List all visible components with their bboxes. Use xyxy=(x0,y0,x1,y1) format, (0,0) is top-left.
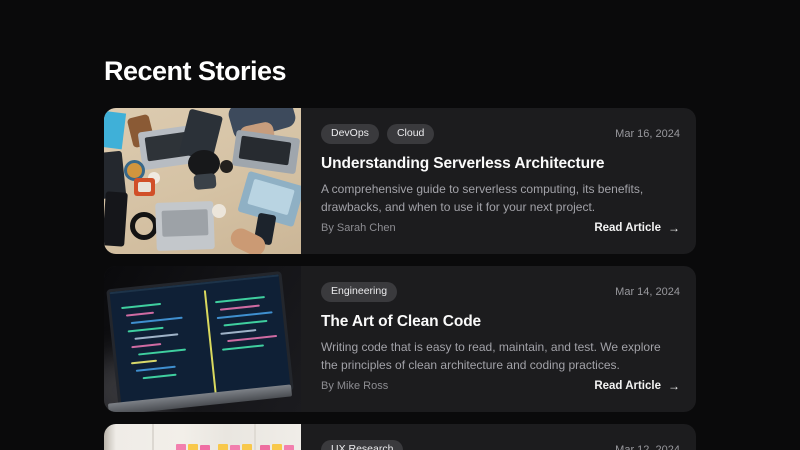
tag-pill[interactable]: Cloud xyxy=(387,124,434,144)
article-list: DevOps Cloud Mar 16, 2024 Understanding … xyxy=(104,108,696,450)
tag-pill[interactable]: Engineering xyxy=(321,282,397,302)
article-date: Mar 12, 2024 xyxy=(615,444,680,450)
article-content: UX Research Mar 12, 2024 xyxy=(301,424,696,450)
read-article-link[interactable]: Read Article → xyxy=(594,221,680,235)
article-thumbnail-workspace-photo xyxy=(104,108,301,254)
article-meta-row: UX Research Mar 12, 2024 xyxy=(321,440,680,450)
arrow-right-icon: → xyxy=(668,221,680,235)
article-card[interactable]: UX Research Mar 12, 2024 xyxy=(104,424,696,450)
tag-pill[interactable]: UX Research xyxy=(321,440,403,450)
tag-list: DevOps Cloud xyxy=(321,124,434,144)
article-footer-row: By Mike Ross Read Article → xyxy=(321,379,680,393)
read-article-label: Read Article xyxy=(594,380,661,392)
article-meta-row: DevOps Cloud Mar 16, 2024 xyxy=(321,124,680,144)
tag-list: UX Research xyxy=(321,440,403,450)
article-description: A comprehensive guide to serverless comp… xyxy=(321,180,680,217)
article-thumbnail-code-photo xyxy=(104,266,301,412)
article-card[interactable]: Engineering Mar 14, 2024 The Art of Clea… xyxy=(104,266,696,412)
tag-list: Engineering xyxy=(321,282,397,302)
article-content: Engineering Mar 14, 2024 The Art of Clea… xyxy=(301,266,696,412)
article-date: Mar 14, 2024 xyxy=(615,286,680,298)
article-author: By Mike Ross xyxy=(321,380,388,392)
article-card[interactable]: DevOps Cloud Mar 16, 2024 Understanding … xyxy=(104,108,696,254)
article-title[interactable]: Understanding Serverless Architecture xyxy=(321,155,680,173)
read-article-label: Read Article xyxy=(594,222,661,234)
article-date: Mar 16, 2024 xyxy=(615,128,680,140)
article-description: Writing code that is easy to read, maint… xyxy=(321,338,680,375)
article-thumbnail-whiteboard-photo xyxy=(104,424,301,450)
article-content: DevOps Cloud Mar 16, 2024 Understanding … xyxy=(301,108,696,254)
page-title: Recent Stories xyxy=(104,56,696,87)
article-meta-row: Engineering Mar 14, 2024 xyxy=(321,282,680,302)
arrow-right-icon: → xyxy=(668,379,680,393)
tag-pill[interactable]: DevOps xyxy=(321,124,379,144)
article-footer-row: By Sarah Chen Read Article → xyxy=(321,221,680,235)
recent-stories-page: Recent Stories DevOps xyxy=(104,56,696,450)
read-article-link[interactable]: Read Article → xyxy=(594,379,680,393)
article-author: By Sarah Chen xyxy=(321,222,396,234)
article-title[interactable]: The Art of Clean Code xyxy=(321,313,680,331)
